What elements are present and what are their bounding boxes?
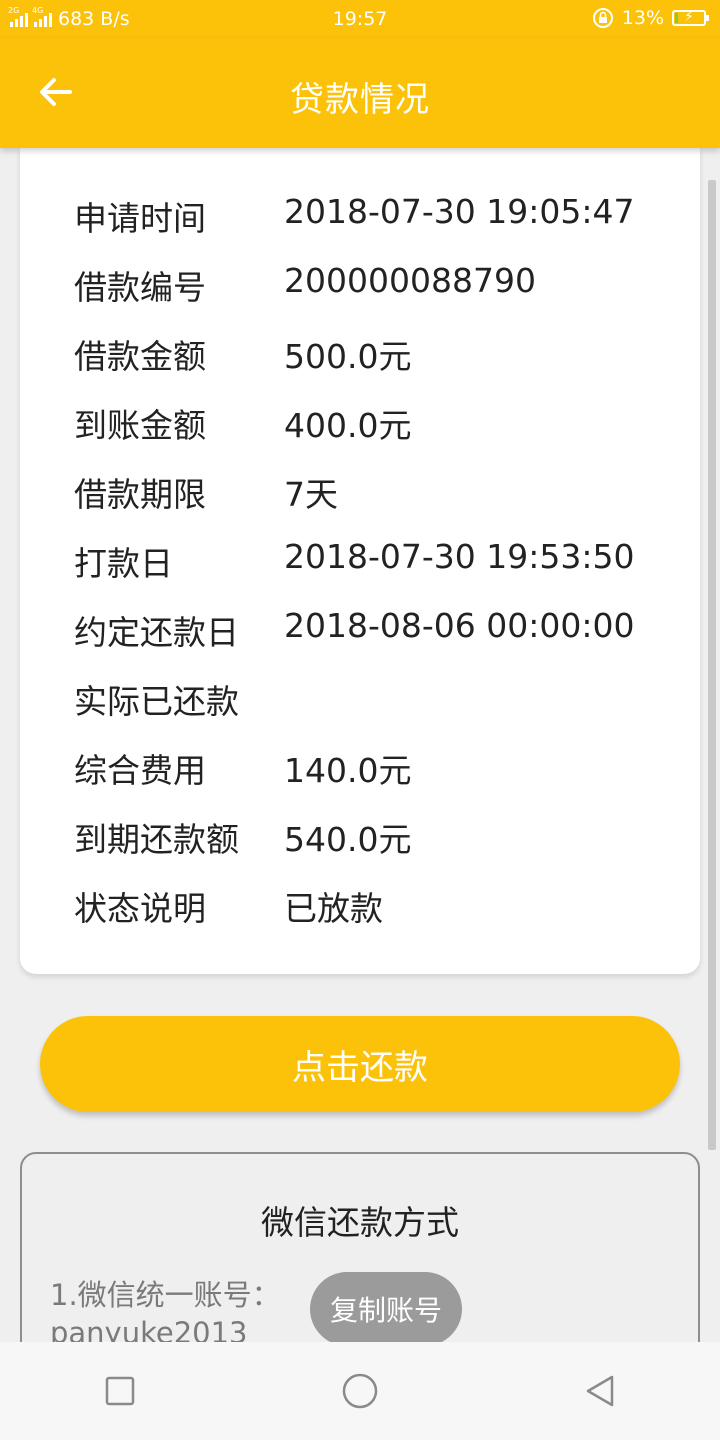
- detail-label: 借款期限: [74, 475, 206, 514]
- detail-label: 综合费用: [74, 751, 206, 790]
- status-value: 已放款: [284, 889, 383, 928]
- detail-label: 到期还款额: [74, 820, 239, 859]
- circle-icon: [342, 1373, 378, 1409]
- detail-value: 2018-07-30 19:05:47: [284, 192, 635, 231]
- detail-value: 140.0元: [284, 751, 412, 790]
- detail-label: 借款编号: [74, 268, 206, 307]
- system-nav-bar: [0, 1342, 720, 1440]
- repay-button[interactable]: 点击还款: [40, 1016, 680, 1112]
- status-bar: 2G 4G 683 B/s 19:57 13% ⚡: [0, 0, 720, 38]
- content-area[interactable]: 申请时间 2018-07-30 19:05:47 借款编号 2000000887…: [0, 148, 720, 1342]
- app-bar: 贷款情况: [0, 38, 720, 148]
- wechat-account: 1.微信统一账号： panyuke2013: [50, 1276, 281, 1342]
- battery-icon: ⚡: [672, 9, 709, 26]
- detail-label: 申请时间: [74, 199, 206, 238]
- detail-label: 借款金额: [74, 337, 206, 376]
- detail-value: 200000088790: [284, 261, 536, 300]
- scrollbar[interactable]: [708, 180, 716, 1150]
- home-button[interactable]: [312, 1356, 408, 1426]
- detail-label: 到账金额: [74, 406, 206, 445]
- wechat-account-value: panyuke2013: [50, 1316, 248, 1342]
- detail-value: 7天: [284, 475, 338, 514]
- status-right: 13% ⚡: [592, 7, 709, 29]
- wechat-account-label: 1.微信统一账号：: [50, 1278, 281, 1312]
- back-nav-button[interactable]: [552, 1356, 648, 1426]
- detail-label: 实际已还款: [74, 682, 239, 721]
- wechat-repay-box: 微信还款方式 1.微信统一账号： panyuke2013 复制账号: [20, 1152, 700, 1342]
- rotation-lock-icon: [592, 8, 613, 28]
- page-title: 贷款情况: [290, 80, 430, 120]
- battery-fill: [675, 13, 679, 23]
- detail-value: 540.0元: [284, 820, 412, 859]
- battery-percent: 13%: [621, 7, 664, 29]
- recent-apps-button[interactable]: [72, 1356, 168, 1426]
- wechat-heading: 微信还款方式: [261, 1203, 459, 1242]
- copy-account-button[interactable]: 复制账号: [310, 1272, 462, 1342]
- detail-label: 状态说明: [74, 889, 206, 928]
- square-icon: [105, 1376, 135, 1406]
- detail-value: 2018-08-06 00:00:00: [284, 606, 635, 645]
- loan-details-card: 申请时间 2018-07-30 19:05:47 借款编号 2000000887…: [20, 148, 700, 974]
- charging-bolt-icon: ⚡: [684, 9, 694, 25]
- detail-label: 约定还款日: [74, 613, 239, 652]
- detail-value: 2018-07-30 19:53:50: [284, 537, 635, 576]
- detail-label: 打款日: [74, 544, 173, 583]
- detail-value: 500.0元: [284, 337, 412, 376]
- detail-value: 400.0元: [284, 406, 412, 445]
- triangle-back-icon: [586, 1375, 614, 1407]
